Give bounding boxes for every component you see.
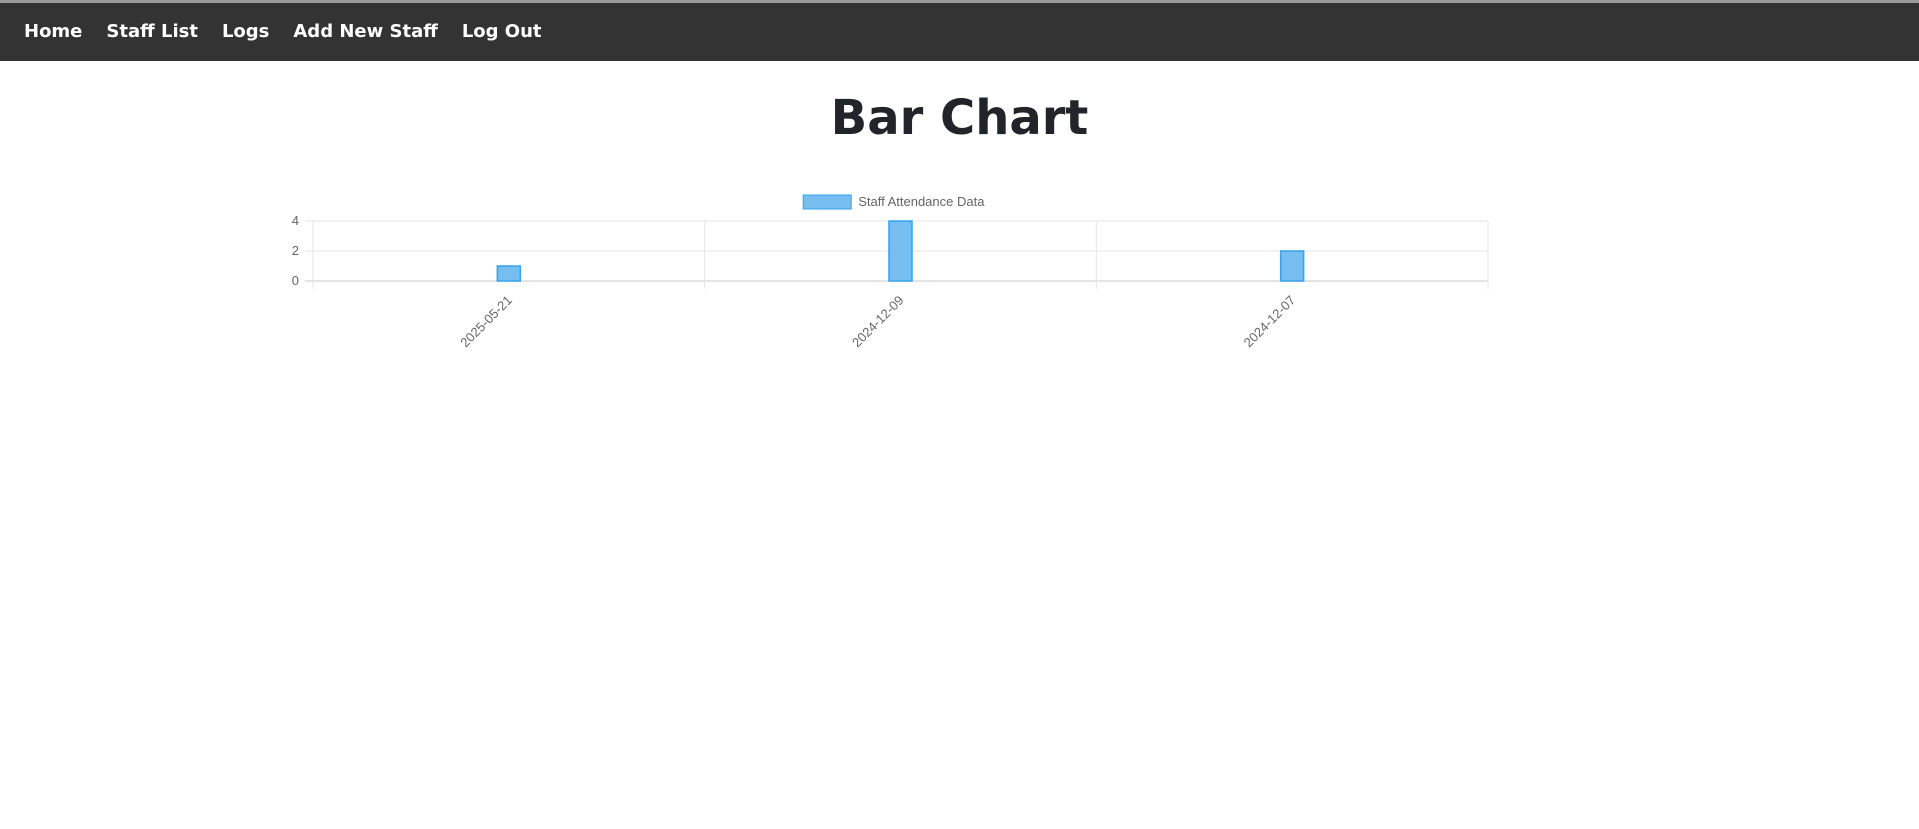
bar: [888, 220, 913, 282]
nav-logs-link[interactable]: Logs: [210, 3, 281, 61]
y-tick-label: 0: [292, 273, 299, 288]
y-tick-label: 4: [292, 213, 299, 228]
nav-staff-list-link[interactable]: Staff List: [94, 3, 210, 61]
nav-log-out-link[interactable]: Log Out: [450, 3, 554, 61]
nav-home-link[interactable]: Home: [12, 3, 94, 61]
bar-chart-container: Staff Attendance Data 0 2 4 2025-05-21 2024-1…: [270, 185, 1500, 375]
x-tick-label: 2024-12-07: [1241, 293, 1299, 351]
y-tick-label: 2: [292, 243, 299, 258]
legend-label: Staff Attendance Data: [858, 194, 985, 209]
x-tick-label: 2025-05-21: [457, 293, 515, 351]
x-tick-label: 2024-12-09: [849, 293, 907, 351]
bar-chart: Staff Attendance Data 0 2 4 2025-05-21 2024-1…: [292, 194, 1489, 351]
nav-add-new-staff-link[interactable]: Add New Staff: [281, 3, 449, 61]
legend-swatch: [802, 194, 852, 210]
top-navbar: Home Staff List Logs Add New Staff Log O…: [0, 3, 1919, 61]
bar: [1279, 250, 1305, 282]
page-title: Bar Chart: [830, 90, 1089, 146]
bar: [496, 265, 522, 282]
